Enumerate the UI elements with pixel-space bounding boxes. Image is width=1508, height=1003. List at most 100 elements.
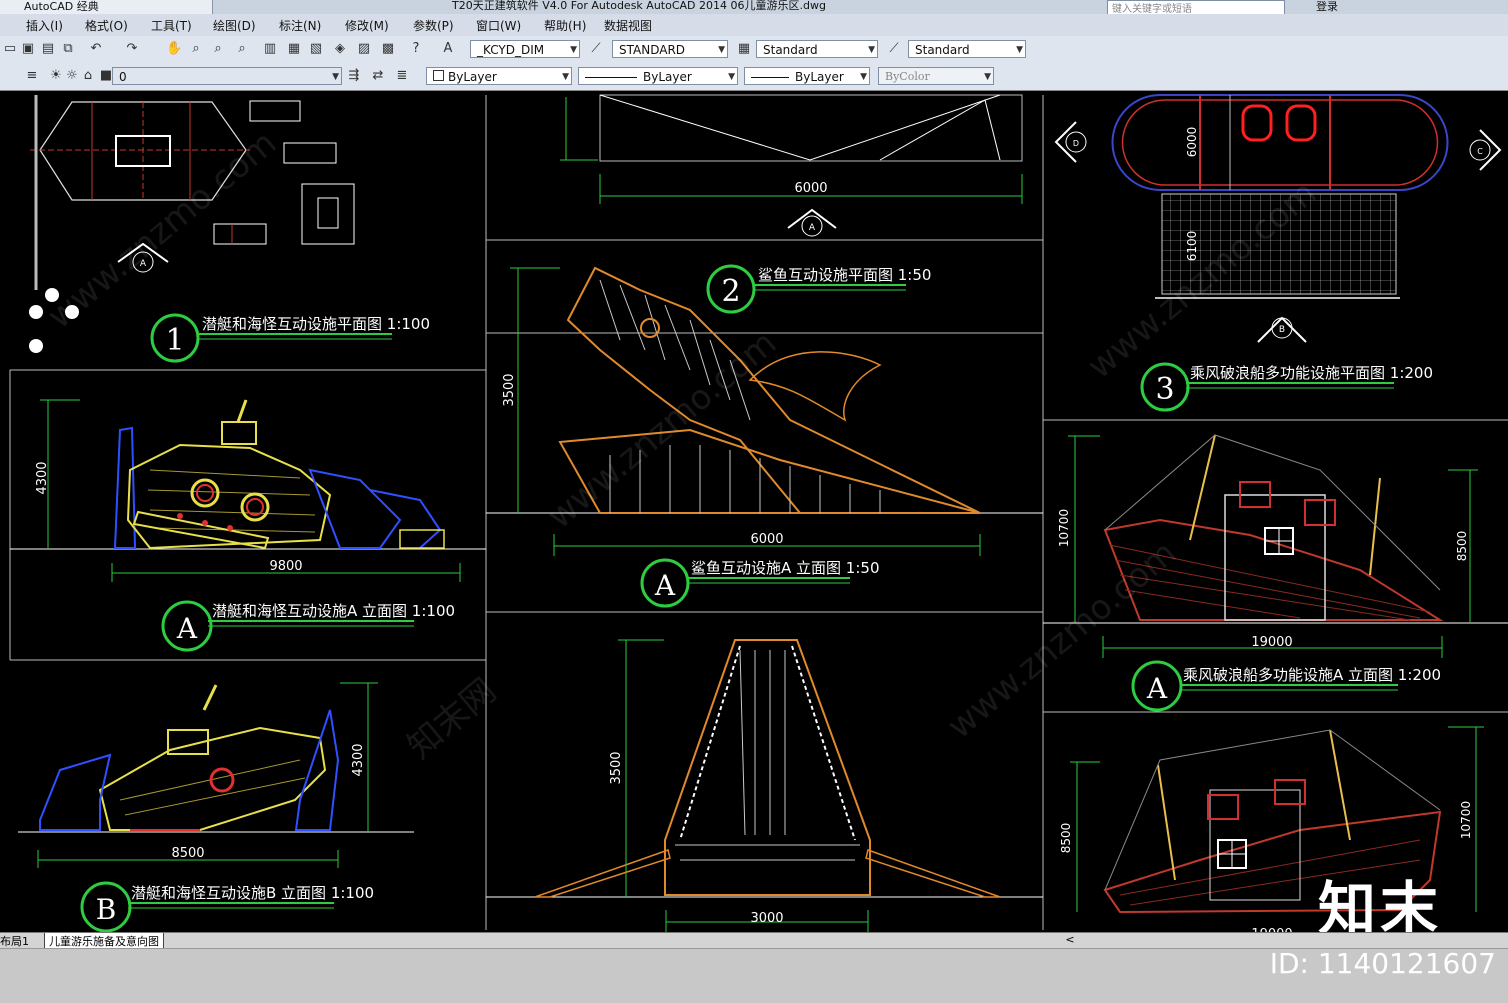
section-marker-label: B [1279, 325, 1285, 335]
scroll-left-icon[interactable]: < [1062, 933, 1078, 946]
color-select[interactable]: ByLayer ▼ [426, 67, 572, 85]
menu-bar: 插入(I) 格式(O) 工具(T) 绘图(D) 标注(N) 修改(M) 参数(P… [0, 14, 1508, 37]
text-style-value: STANDARD [619, 43, 686, 57]
dimension-height-2: 10700 [1459, 801, 1473, 839]
chevron-down-icon: ▼ [860, 72, 867, 82]
drawing-title: 潜艇和海怪互动设施A 立面图 1:100 [212, 602, 455, 620]
title-bar: AutoCAD 经典 T20天正建筑软件 V4.0 For Autodesk A… [0, 0, 1508, 14]
menu-tools[interactable]: 工具(T) [151, 17, 192, 34]
color-value: ByLayer [448, 70, 497, 84]
menu-help[interactable]: 帮助(H) [544, 17, 586, 34]
linetype-select[interactable]: ByLayer ▼ [578, 67, 738, 85]
drawing-number: A [654, 569, 676, 602]
redo-icon[interactable]: ↷ [124, 41, 140, 57]
menu-dimension[interactable]: 标注(N) [279, 17, 321, 34]
menu-data-view[interactable]: 数据视图 [604, 17, 652, 34]
menu-parametric[interactable]: 参数(P) [413, 17, 454, 34]
mleader-style-select[interactable]: Standard ▼ [908, 40, 1026, 58]
properties-icon[interactable]: ▥ [262, 41, 278, 57]
workspace-label: AutoCAD 经典 [24, 0, 99, 13]
publish-icon[interactable]: ⧉ [60, 41, 76, 57]
save-icon[interactable]: ▣ [20, 41, 36, 57]
watermark-text: www.znzmo.com [540, 323, 784, 537]
dimension-a: 6000 [1185, 127, 1199, 158]
drawing-title: 乘风破浪船多功能设施A 立面图 1:200 [1183, 666, 1441, 684]
dimension-height: 3500 [609, 751, 624, 784]
standard-toolbar: ▭ ▣ ▤ ⧉ ↶ ↷ ✋ ⌕ ⌕ ⌕ ▥ ▦ ▧ ◈ ▨ ▩ ? A _KCY… [0, 36, 1508, 63]
open-icon[interactable]: ▭ [2, 41, 18, 57]
text-style-icon[interactable]: A [440, 41, 456, 57]
chevron-down-icon: ▼ [332, 72, 339, 82]
dimension-height-1: 10700 [1057, 509, 1071, 547]
drawing-number: B [96, 893, 117, 926]
tool-palettes-icon[interactable]: ▧ [308, 41, 324, 57]
status-bar: ID: 1140121607 [0, 947, 1508, 1003]
table-style-icon[interactable]: ▦ [736, 41, 752, 57]
search-input[interactable]: 键入关键字或短语 [1107, 0, 1285, 14]
make-current-icon[interactable]: ⇶ [346, 68, 362, 84]
design-center-icon[interactable]: ▦ [286, 41, 302, 57]
dimension-height: 4300 [351, 743, 366, 776]
menu-format[interactable]: 格式(O) [85, 17, 128, 34]
dim-style-icon[interactable]: ⟋ [588, 41, 604, 57]
model-drawing: A 1 潜艇和海怪互动设施平面图 1:100 4300 9800 A 潜艇和海怪… [9, 94, 1508, 942]
layer-state-icon[interactable]: ≣ [394, 68, 410, 84]
drawing-number: 1 [165, 323, 184, 358]
menu-modify[interactable]: 修改(M) [345, 17, 389, 34]
layer-select[interactable]: 0 ▼ [112, 67, 342, 85]
dimension-height-2: 8500 [1455, 531, 1469, 562]
workspace-switcher[interactable]: AutoCAD 经典 [0, 0, 213, 14]
lock-icon[interactable]: ⌂ [80, 68, 96, 84]
dimension-width: 6000 [750, 532, 783, 547]
drawing-canvas[interactable]: A 1 潜艇和海怪互动设施平面图 1:100 4300 9800 A 潜艇和海怪… [0, 92, 1508, 942]
zoom-window-icon[interactable]: ⌕ [210, 41, 226, 57]
dimension-width: 8500 [171, 846, 204, 861]
layer-value: 0 [119, 70, 127, 84]
zoom-previous-icon[interactable]: ⌕ [234, 41, 250, 57]
drawing-number: 3 [1155, 372, 1174, 407]
zoom-realtime-icon[interactable]: ⌕ [188, 41, 204, 57]
calculator-icon[interactable]: ▩ [380, 41, 396, 57]
drawing-title-1a: A 潜艇和海怪互动设施A 立面图 1:100 [161, 600, 455, 652]
table-style-select[interactable]: Standard ▼ [756, 40, 878, 58]
login-button[interactable]: 登录 [1316, 0, 1338, 14]
dim-style-select[interactable]: _KCYD_DIM ▼ [470, 40, 580, 58]
help-icon[interactable]: ? [408, 41, 424, 57]
sheet-set-icon[interactable]: ◈ [332, 41, 348, 57]
lineweight-preview-icon [751, 77, 789, 78]
drawing-title: 鲨鱼互动设施A 立面图 1:50 [691, 559, 879, 577]
plot-icon[interactable]: ▤ [40, 41, 56, 57]
section-marker-a: A [787, 208, 837, 237]
dimension-height-1: 8500 [1059, 823, 1073, 854]
layer-manager-icon[interactable]: ≡ [24, 68, 40, 84]
dim-style-value: _KCYD_DIM [477, 43, 545, 57]
drawing-title-3: 3 乘风破浪船多功能设施平面图 1:200 [1140, 362, 1433, 412]
chevron-down-icon: ▼ [562, 72, 569, 82]
sun-icon[interactable]: ☼ [64, 68, 80, 84]
drawing-number: A [1146, 672, 1168, 705]
dimension-height: 4300 [35, 461, 50, 494]
section-marker-d: D [1054, 121, 1087, 163]
drawing-title: 潜艇和海怪互动设施B 立面图 1:100 [131, 884, 374, 902]
undo-icon[interactable]: ↶ [88, 41, 104, 57]
search-placeholder: 键入关键字或短语 [1112, 4, 1192, 14]
window-title: T20天正建筑软件 V4.0 For Autodesk AutoCAD 2014… [452, 0, 826, 12]
linetype-preview-icon [585, 77, 637, 78]
layer-previous-icon[interactable]: ⇄ [370, 68, 386, 84]
watermark-text: www.znzmo.com [40, 123, 284, 337]
mleader-style-icon[interactable]: ⟋ [886, 41, 902, 57]
menu-draw[interactable]: 绘图(D) [213, 17, 256, 34]
drawing-number: A [176, 612, 198, 645]
layers-toolbar: ≡ ☀ ☼ ⌂ ■ 0 ▼ ⇶ ⇄ ≣ ByLayer ▼ ByLayer ▼ ByL… [0, 62, 1508, 91]
shark-plan-drawing: 6000 [560, 94, 1023, 204]
menu-insert[interactable]: 插入(I) [26, 17, 63, 34]
menu-window[interactable]: 窗口(W) [476, 17, 521, 34]
pan-icon[interactable]: ✋ [166, 41, 182, 57]
markup-icon[interactable]: ▨ [356, 41, 372, 57]
lineweight-select[interactable]: ByLayer ▼ [744, 67, 870, 85]
tab-layout1[interactable]: 布局1 [0, 933, 29, 949]
text-style-select[interactable]: STANDARD ▼ [612, 40, 728, 58]
section-marker-label: D [1073, 139, 1079, 148]
shark-elevation-b: 3500 3000 [486, 639, 1043, 932]
lightbulb-icon[interactable]: ☀ [48, 68, 64, 84]
